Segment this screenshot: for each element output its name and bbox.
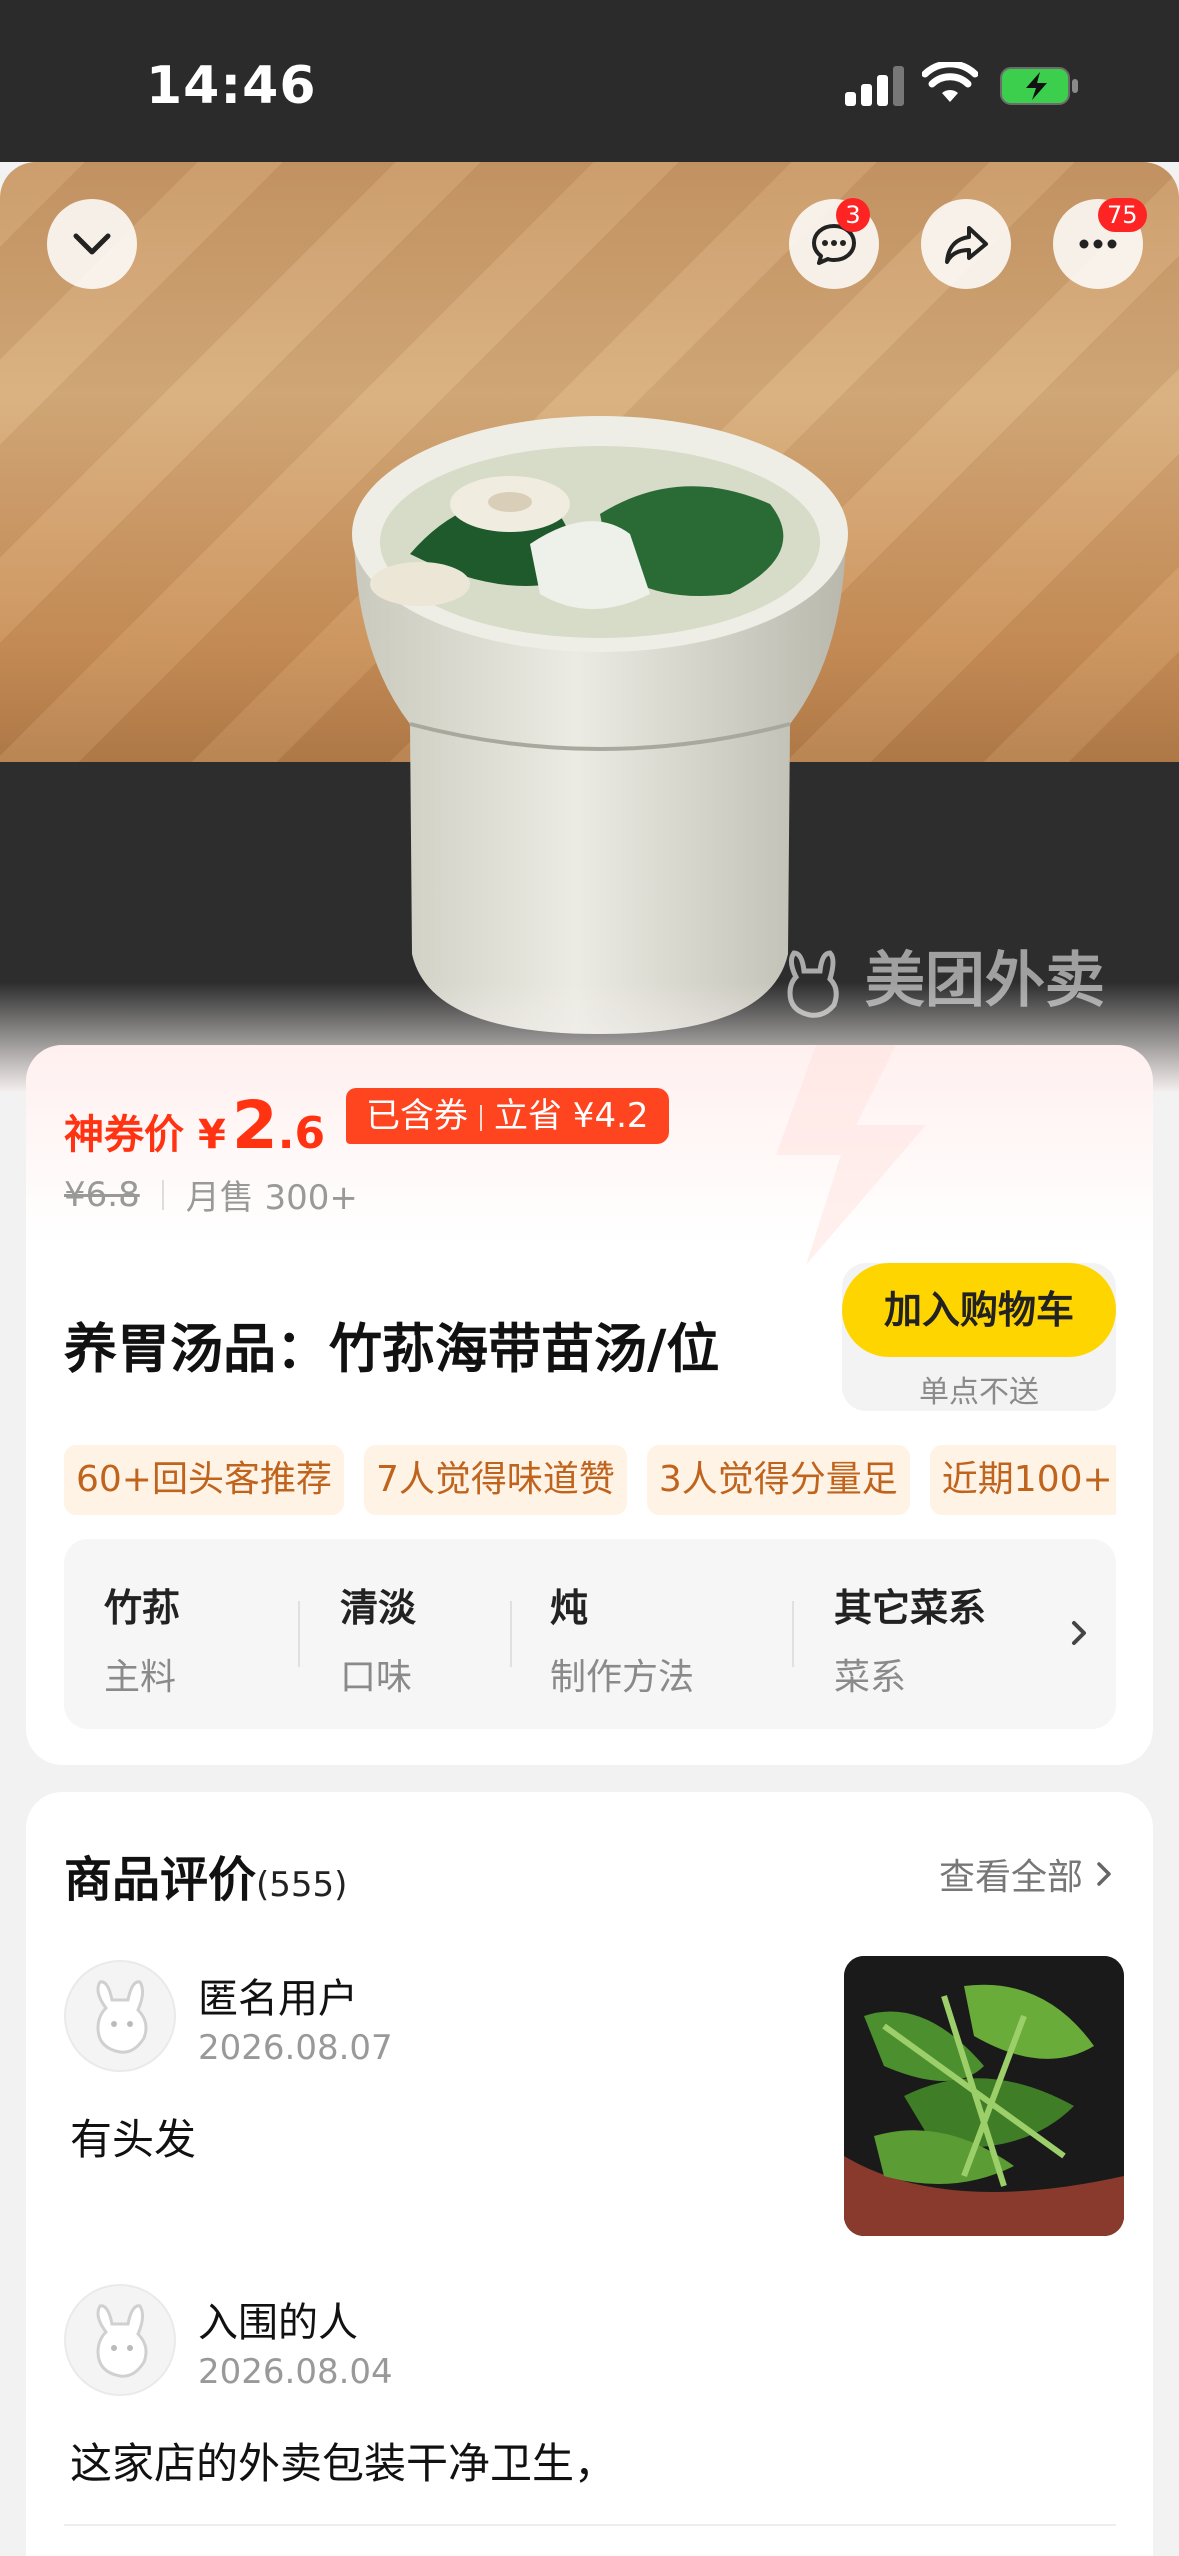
view-all-label: 查看全部 (938, 1857, 1083, 1898)
share-button[interactable] (921, 199, 1011, 289)
attribute-cooking-method: 炖 制作方法 (550, 1577, 694, 1700)
attribute-divider (298, 1601, 300, 1667)
battery-charging-icon (1000, 67, 1078, 105)
cart-box: 加入购物车 单点不送 (842, 1263, 1116, 1411)
chevron-right-icon (1072, 1621, 1086, 1645)
coupon-tag[interactable]: 已含券 立省 ¥4.2 (346, 1088, 669, 1144)
attribute-key: 菜系 (834, 1657, 907, 1698)
product-info-card: 神券价 ¥ 2 .6 已含券 立省 ¥4.2 ¥6.8 月售 300+ 养胃汤品：… (26, 1045, 1153, 1765)
review-text: 有头发 (70, 2115, 197, 2164)
divider (161, 1179, 164, 1210)
reviewer-name: 入围的人 (198, 2300, 358, 2346)
tag-item[interactable]: 7人觉得味道赞 (363, 1445, 627, 1515)
product-title: 养胃汤品：竹荪海带苗汤/位 (64, 1319, 720, 1380)
attribute-cuisine: 其它菜系 菜系 (834, 1577, 986, 1700)
product-image[interactable]: 美团外卖 (0, 162, 1179, 1092)
original-price: ¥6.8 (64, 1174, 140, 1215)
status-time: 14:46 (146, 56, 317, 116)
price-integer: 2 (231, 1087, 278, 1164)
review-photo[interactable] (844, 1956, 1124, 2236)
review-item: 入围的人 2026.08.04 这家店的外卖包装干净卫生， (64, 2284, 1116, 2514)
tag-list: 60+回头客推荐 7人觉得味道赞 3人觉得分量足 近期100+ (64, 1445, 1116, 1515)
reviews-title-text: 商品评价 (64, 1852, 257, 1908)
attribute-value: 炖 (550, 1586, 589, 1630)
message-badge: 3 (836, 198, 870, 232)
more-badge: 75 (1098, 198, 1147, 232)
view-all-reviews-link[interactable]: 查看全部 (939, 1848, 1117, 1900)
attribute-main-ingredient: 竹荪 主料 (104, 1577, 180, 1700)
attribute-value: 清淡 (340, 1586, 417, 1630)
reviews-title: 商品评价(555) (64, 1840, 347, 1910)
attribute-divider (510, 1601, 512, 1667)
attribute-key: 制作方法 (550, 1657, 695, 1698)
review-text: 这家店的外卖包装干净卫生， (70, 2439, 617, 2488)
coupon-separator (480, 1104, 482, 1131)
bunny-avatar-icon (96, 1980, 148, 2054)
monthly-sales: 月售 300+ (185, 1178, 358, 1218)
avatar[interactable] (64, 2284, 176, 2396)
add-to-cart-button[interactable]: 加入购物车 (842, 1263, 1116, 1357)
reviewer-name: 匿名用户 (198, 1976, 358, 2022)
lightning-decoration-icon (776, 1045, 926, 1265)
review-date: 2026.08.07 (198, 2028, 393, 2068)
attribute-key: 主料 (104, 1657, 177, 1698)
divider (64, 2524, 1116, 2526)
reviews-card: 商品评价(555) 查看全部 匿名用户 2026.08.07 有头发 入围的人 … (26, 1792, 1153, 2556)
price-label: 神券价 (64, 1112, 184, 1158)
price-row: 神券价 ¥ 2 .6 (64, 1087, 325, 1164)
price-decimal: .6 (277, 1108, 326, 1159)
share-arrow-icon (945, 226, 988, 264)
coupon-included-label: 已含券 (366, 1096, 468, 1136)
cart-note: 单点不送 (919, 1375, 1039, 1410)
attribute-value: 竹荪 (104, 1586, 181, 1630)
soup-cup-image (352, 416, 848, 1034)
attribute-value: 其它菜系 (834, 1586, 987, 1630)
coupon-saving-label: 立省 ¥4.2 (494, 1096, 649, 1136)
attribute-key: 口味 (340, 1657, 413, 1698)
tag-item[interactable]: 3人觉得分量足 (646, 1445, 910, 1515)
review-date: 2026.08.04 (198, 2352, 393, 2392)
price-currency: ¥ (198, 1112, 226, 1158)
tag-item[interactable]: 60+回头客推荐 (64, 1445, 344, 1515)
attribute-flavor: 清淡 口味 (340, 1577, 416, 1700)
review-item: 匿名用户 2026.08.07 有头发 (64, 1956, 1124, 2260)
chevron-right-icon (1097, 1862, 1111, 1886)
attributes-panel[interactable]: 竹荪 主料 清淡 口味 炖 制作方法 其它菜系 菜系 (64, 1539, 1116, 1729)
greens-photo-image (844, 1956, 1124, 2236)
reviews-count: (555) (256, 1865, 348, 1905)
original-price-row: ¥6.8 月售 300+ (64, 1170, 358, 1219)
chevron-down-icon (73, 233, 111, 255)
cellular-signal-icon (845, 66, 905, 106)
tag-item[interactable]: 近期100+ (929, 1445, 1116, 1515)
wifi-icon (922, 62, 978, 102)
collapse-button[interactable] (47, 199, 137, 289)
status-bar: 14:46 (0, 0, 1179, 162)
attribute-divider (792, 1601, 794, 1667)
avatar[interactable] (64, 1960, 176, 2072)
bunny-avatar-icon (96, 2304, 148, 2378)
